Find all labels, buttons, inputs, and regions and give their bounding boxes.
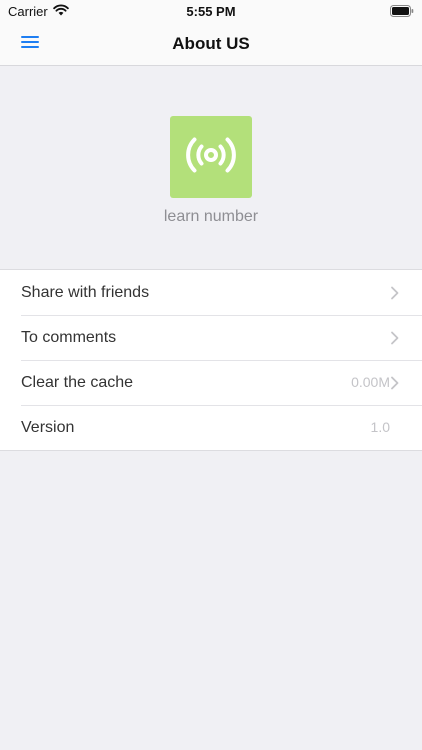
app-name: learn number	[163, 208, 259, 225]
chevron-right-icon	[390, 331, 400, 345]
share-with-friends-row[interactable]: Share with friends	[0, 270, 422, 315]
menu-button[interactable]	[12, 31, 48, 57]
to-comments-row[interactable]: To comments	[0, 315, 422, 360]
navigation-bar: About US	[0, 22, 422, 66]
settings-list: Share with friends To comments Clear the…	[0, 269, 422, 451]
page-title: About US	[172, 34, 250, 53]
row-label: Clear the cache	[21, 374, 134, 391]
status-time: 5:55 PM	[186, 4, 236, 19]
row-label: To comments	[21, 329, 117, 346]
row-label: Version	[21, 419, 75, 436]
broadcast-signal-icon	[179, 123, 243, 192]
hamburger-menu-icon	[20, 35, 40, 54]
battery-icon	[390, 5, 414, 20]
app-logo	[170, 116, 252, 198]
version-row: Version 1.0	[0, 405, 422, 450]
chevron-right-icon	[390, 376, 400, 390]
row-label: Share with friends	[21, 284, 150, 301]
version-value: 1.0	[370, 419, 390, 435]
chevron-right-icon	[390, 286, 400, 300]
status-bar: Carrier 5:55 PM	[0, 0, 422, 22]
clear-cache-row[interactable]: Clear the cache 0.00M	[0, 360, 422, 405]
cache-size-value: 0.00M	[351, 374, 390, 390]
